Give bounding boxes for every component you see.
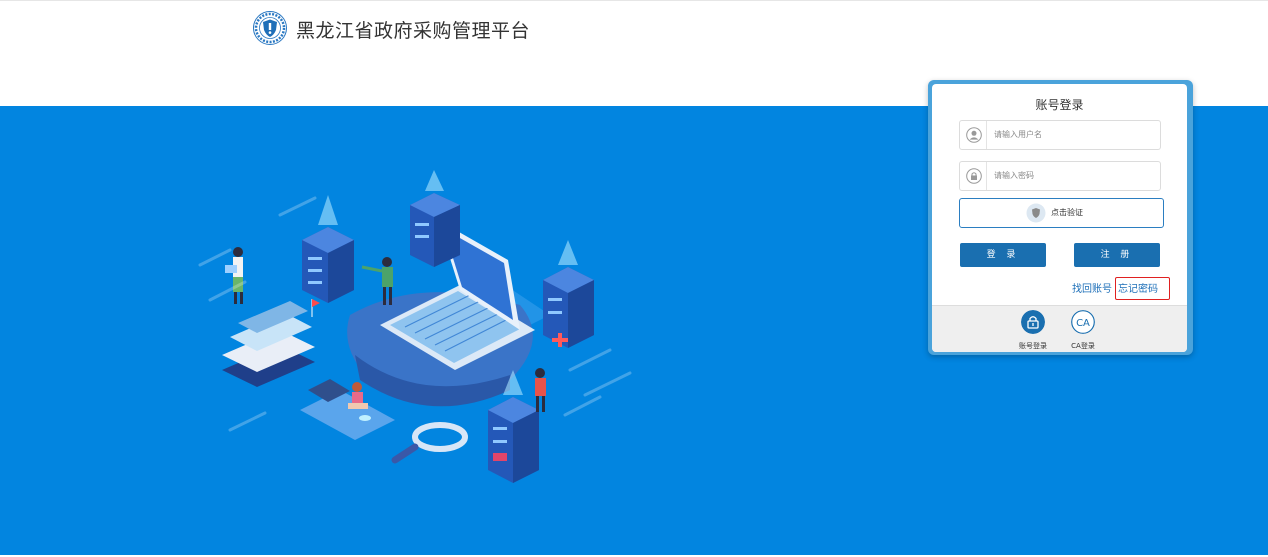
login-button[interactable]: 登 录 [960,243,1046,267]
government-shield-emblem-icon [253,11,287,45]
username-field [959,120,1161,150]
tab-ca-login[interactable]: CA CA登录 [1063,310,1103,351]
captcha-label: 点击验证 [1051,208,1083,217]
login-card: 账号登录 点击验证 登 录 [932,84,1187,352]
password-field [959,161,1161,191]
password-input[interactable] [994,166,1154,184]
username-input[interactable] [994,125,1154,143]
site-title: 黑龙江省政府采购管理平台 [296,20,531,42]
lock-icon [966,168,982,184]
lock-icon [1021,310,1045,334]
isometric-servers-laptop-illustration [198,170,632,483]
field-separator [986,121,987,149]
login-title: 账号登录 [1035,98,1084,112]
forgot-password-highlight-box [1115,277,1170,300]
tab-label: CA登录 [1071,342,1095,350]
register-button[interactable]: 注 册 [1074,243,1160,267]
user-icon [966,127,982,143]
captcha-verify-button[interactable]: 点击验证 [959,198,1164,228]
tab-label: 账号登录 [1019,342,1047,350]
field-separator [986,162,987,190]
find-account-link[interactable]: 找回账号 [1072,280,1112,295]
ca-icon: CA [1071,310,1095,334]
svg-text:CA: CA [1076,318,1090,329]
login-method-bar: 账号登录 CA CA登录 [932,305,1187,352]
shield-icon [1026,203,1046,223]
login-panel: 账号登录 点击验证 登 录 [928,80,1193,355]
tab-account-login[interactable]: 账号登录 [1013,310,1053,351]
